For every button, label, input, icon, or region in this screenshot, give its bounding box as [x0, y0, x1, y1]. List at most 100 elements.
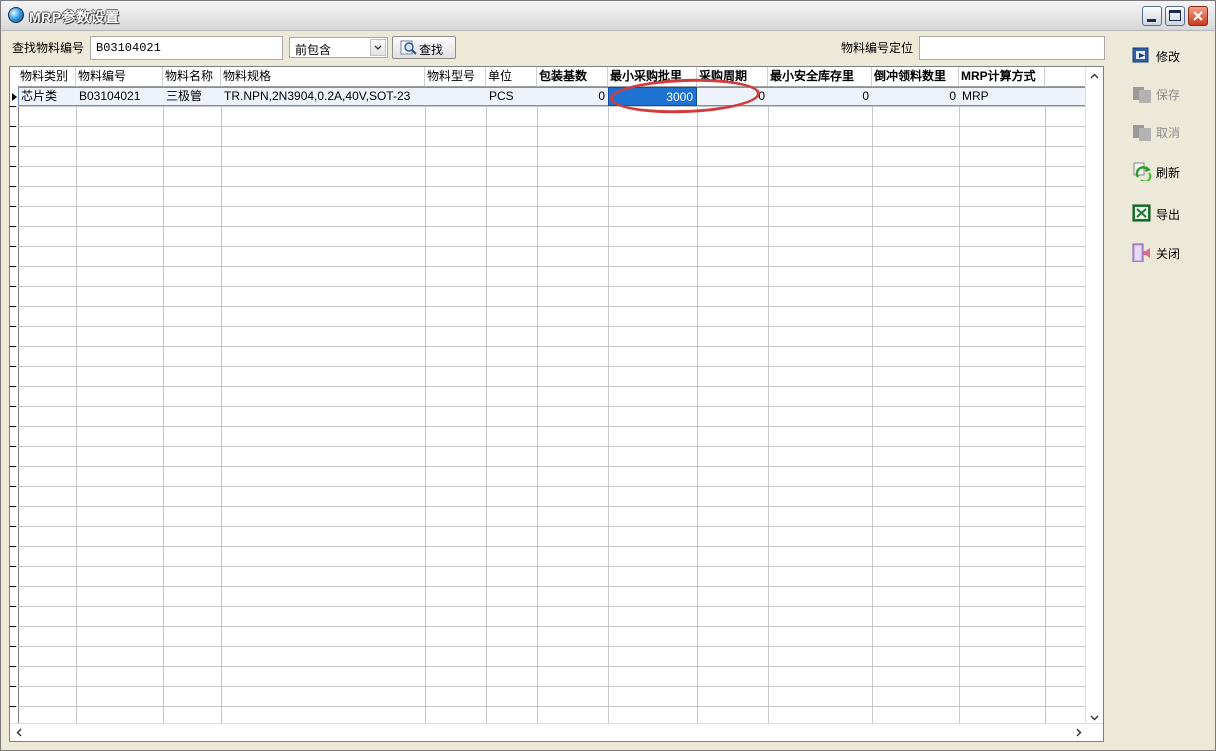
scroll-up-icon[interactable]: [1090, 72, 1099, 81]
window-title: MRP参数设置: [29, 9, 120, 25]
grid-row-line: [10, 166, 1088, 167]
col-header-category[interactable]: 物料类别: [18, 67, 76, 86]
grid-row-line: [10, 266, 1088, 267]
grid-row-line: [10, 686, 1088, 687]
grid-row-line: [10, 546, 1088, 547]
grid-row-line: [10, 606, 1088, 607]
modify-label: 修改: [1156, 50, 1181, 64]
maximize-button[interactable]: [1165, 6, 1185, 26]
col-header-pack-base[interactable]: 包装基数: [537, 67, 608, 86]
grid-row-line: [10, 626, 1088, 627]
search-code-label: 查找物料编号: [12, 41, 85, 55]
scroll-down-icon[interactable]: [1090, 713, 1099, 722]
col-header-mrp-method[interactable]: MRP计算方式: [959, 67, 1045, 86]
cell-spec[interactable]: TR.NPN,2N3904,0.2A,40V,SOT-23: [221, 87, 425, 106]
grid-row-line: [10, 146, 1088, 147]
col-header-spec[interactable]: 物料规格: [221, 67, 425, 86]
grid-lines: [10, 86, 1088, 726]
grid-row-line: [10, 466, 1088, 467]
col-header-name[interactable]: 物料名称: [163, 67, 221, 86]
row-indicator-tick: [10, 226, 16, 227]
close-icon: [1193, 11, 1203, 21]
find-button-label: 查找: [419, 43, 444, 57]
find-icon: [400, 40, 417, 55]
scroll-left-icon[interactable]: [15, 728, 24, 737]
row-indicator-tick: [10, 366, 16, 367]
grid-row-line: [10, 526, 1088, 527]
find-button[interactable]: 查找: [392, 36, 456, 59]
row-indicator-tick: [10, 706, 16, 707]
close-window-button[interactable]: [1188, 6, 1208, 26]
cell-model[interactable]: [425, 87, 486, 106]
grid-row-line: [10, 646, 1088, 647]
cell-name[interactable]: 三极管: [163, 87, 221, 106]
grid-row-line: [10, 446, 1088, 447]
grid-row-line: [10, 506, 1088, 507]
search-code-input[interactable]: [90, 36, 283, 60]
locate-code-label: 物料编号定位: [841, 41, 914, 55]
col-header-min-safety-stock[interactable]: 最小安全库存里: [768, 67, 872, 86]
row-indicator-tick: [10, 546, 16, 547]
excel-export-icon: [1132, 204, 1151, 222]
row-indicator-tick: [10, 626, 16, 627]
grid-row-line: [10, 306, 1088, 307]
current-row-arrow-icon: [12, 93, 17, 101]
col-header-code[interactable]: 物料编号: [76, 67, 163, 86]
row-indicator-tick: [10, 246, 16, 247]
row-indicator-tick: [10, 206, 16, 207]
row-indicator-tick: [10, 266, 16, 267]
title-bar[interactable]: MRP参数设置: [1, 1, 1215, 31]
cell-pack-base[interactable]: 0: [537, 87, 608, 106]
scroll-right-icon[interactable]: [1074, 728, 1083, 737]
row-indicator-tick: [10, 426, 16, 427]
cell-min-safety-stock[interactable]: 0: [768, 87, 872, 106]
grid-row-line: [10, 586, 1088, 587]
grid-row-line: [10, 246, 1088, 247]
grid-row-line: [10, 366, 1088, 367]
row-indicator-tick: [10, 526, 16, 527]
minimize-button[interactable]: [1142, 6, 1162, 26]
app-globe-icon: [8, 7, 24, 23]
exit-door-icon: [1132, 243, 1150, 262]
col-header-backflush-qty[interactable]: 倒冲领料数里: [872, 67, 959, 86]
row-indicator-tick: [10, 286, 16, 287]
row-indicator-tick: [10, 106, 16, 107]
grid-row-line: [10, 206, 1088, 207]
vertical-scrollbar[interactable]: [1085, 67, 1103, 726]
col-header-unit[interactable]: 单位: [486, 67, 537, 86]
row-indicator-tick: [10, 606, 16, 607]
grid-row-line: [10, 426, 1088, 427]
grid-row-line: [10, 706, 1088, 707]
row-indicator-tick: [10, 166, 16, 167]
row-indicator-tick: [10, 686, 16, 687]
locate-code-input[interactable]: [919, 36, 1105, 60]
cell-code[interactable]: B03104021: [76, 87, 163, 106]
cell-category[interactable]: 芯片类: [18, 87, 76, 106]
grid-header: 物料类别 物料编号 物料名称 物料规格 物料型号 单位 包装基数 最小采购批里 …: [10, 67, 1088, 87]
match-mode-value: 前包含: [295, 43, 332, 57]
grid-row-line: [10, 286, 1088, 287]
export-label: 导出: [1156, 208, 1181, 222]
match-mode-select[interactable]: 前包含: [289, 37, 388, 58]
grid-row-line: [10, 326, 1088, 327]
maximize-icon: [1169, 10, 1181, 21]
mrp-settings-window: MRP参数设置 查找物料编号 前包含 查找 物料编号定位: [0, 0, 1216, 751]
row-indicator-tick: [10, 126, 16, 127]
material-grid[interactable]: 物料类别 物料编号 物料名称 物料规格 物料型号 单位 包装基数 最小采购批里 …: [9, 66, 1104, 742]
row-indicator-tick: [10, 146, 16, 147]
cell-backflush-qty[interactable]: 0: [872, 87, 959, 106]
col-header-model[interactable]: 物料型号: [425, 67, 486, 86]
minimize-icon: [1147, 19, 1156, 22]
row-indicator-tick: [10, 186, 16, 187]
chevron-down-icon[interactable]: [370, 39, 386, 56]
grid-row-line: [10, 486, 1088, 487]
row-indicator-tick: [10, 306, 16, 307]
horizontal-scrollbar[interactable]: [10, 723, 1103, 741]
cancel-label: 取消: [1156, 126, 1181, 140]
cell-mrp-method[interactable]: MRP: [959, 87, 1045, 106]
row-indicator-tick: [10, 486, 16, 487]
cell-unit[interactable]: PCS: [486, 87, 537, 106]
refresh-icon: [1133, 162, 1152, 181]
grid-row-line: [10, 386, 1088, 387]
row-indicator-tick: [10, 466, 16, 467]
